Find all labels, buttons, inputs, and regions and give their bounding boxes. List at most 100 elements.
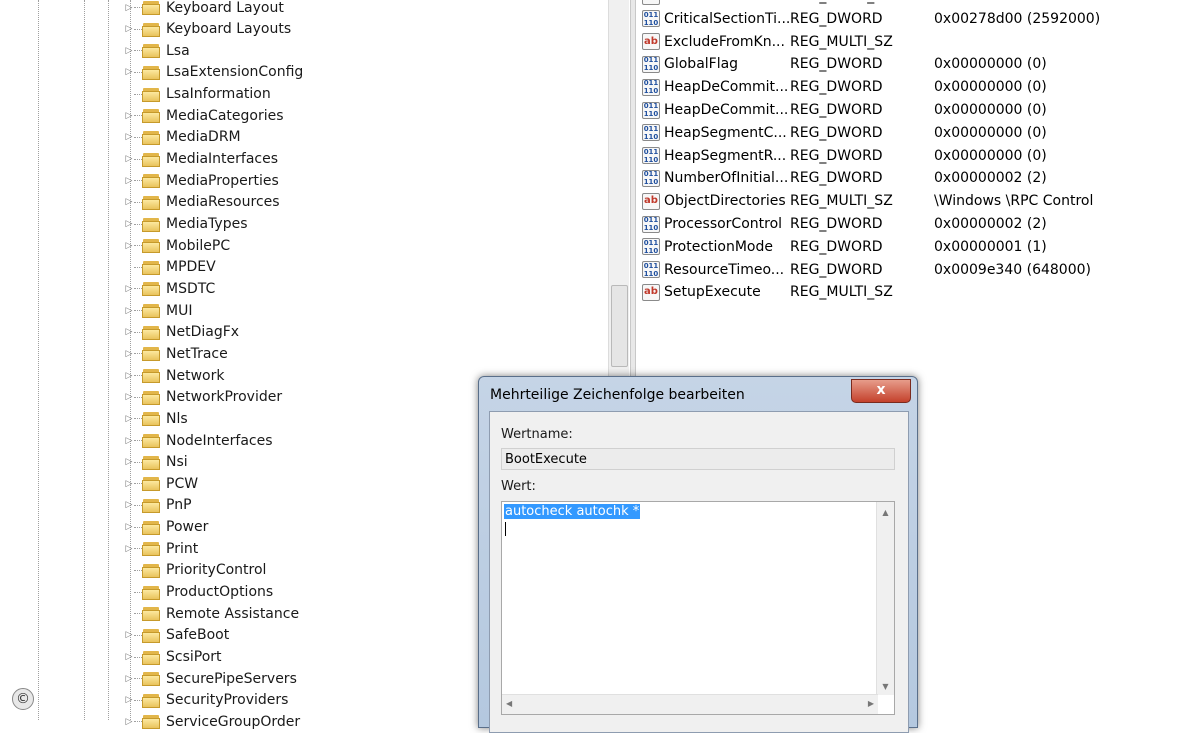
tree-item[interactable]: ▷LsaInformation: [120, 84, 271, 105]
tree-connector: [134, 288, 142, 290]
tree-item[interactable]: ▷ MediaCategories: [120, 105, 284, 126]
scroll-right-icon[interactable]: ▶: [868, 699, 874, 708]
tree-scrollbar-thumb[interactable]: [611, 285, 628, 367]
tree-connector: [134, 418, 142, 420]
tree-item[interactable]: ▷ Network: [120, 365, 225, 386]
value-name: NumberOfInitial...: [664, 170, 789, 187]
tree-item[interactable]: ▷ProductOptions: [120, 582, 273, 603]
tree-connector: [134, 158, 142, 160]
tree-item-label: MSDTC: [166, 280, 216, 297]
tree-item[interactable]: ▷ Keyboard Layouts: [120, 19, 292, 40]
folder-icon: [142, 693, 160, 708]
scroll-left-icon[interactable]: ◀: [506, 699, 512, 708]
value-row[interactable]: 011 110 ProcessorControl REG_DWORD 0x0000000…: [642, 213, 1047, 235]
value-row[interactable]: ab SetupExecute REG_MULTI_SZ: [642, 281, 934, 303]
value-name: ExcludeFromKn...: [664, 33, 785, 50]
tree-item-label: MediaInterfaces: [166, 151, 279, 168]
tree-item-label: SecurityProviders: [166, 692, 289, 709]
folder-icon: [142, 368, 160, 384]
tree-item[interactable]: ▷ Lsa: [120, 40, 190, 61]
value-data: 0x00000002 (2): [934, 216, 1047, 232]
text-caret: [505, 522, 506, 536]
tree-item[interactable]: ▷ ScsiPort: [120, 647, 222, 668]
tree-item[interactable]: ▷ MobilePC: [120, 235, 231, 256]
folder-icon: [142, 433, 160, 448]
tree-item[interactable]: ▷ PCW: [120, 473, 199, 494]
tree-item-label: LsaInformation: [166, 86, 271, 103]
tree-item[interactable]: ▷ MUI: [120, 300, 193, 321]
tree-item[interactable]: ▷Remote Assistance: [120, 603, 299, 624]
tree-connector: [134, 7, 142, 8]
value-data: 0x00000000 (0): [934, 102, 1047, 118]
tree-item-label: MediaCategories: [166, 107, 284, 124]
close-button[interactable]: x: [851, 379, 911, 403]
tree-item[interactable]: ▷ NodeInterfaces: [120, 430, 273, 451]
value-row[interactable]: 011 110 ProtectionMode REG_DWORD 0x00000001 …: [642, 236, 1047, 258]
value-name: HeapSegmentC...: [664, 124, 787, 141]
tree-connector: [134, 136, 142, 138]
tree-item[interactable]: ▷ SecurityProviders: [120, 690, 289, 711]
tree-item[interactable]: ▷ ServiceGroupOrder: [120, 711, 301, 732]
selected-value-text[interactable]: autocheck autochk *: [504, 504, 641, 519]
value-name: ObjectDirectories: [664, 193, 786, 210]
tree-connector: [134, 526, 142, 528]
dialog-title: Mehrteilige Zeichenfolge bearbeiten: [490, 387, 745, 403]
tree-item[interactable]: ▷ MSDTC: [120, 278, 216, 299]
folder-icon: [142, 585, 160, 600]
value-row[interactable]: 011 110 NumberOfInitial... REG_DWORD 0x00000…: [642, 167, 1047, 189]
tree-item[interactable]: ▷ NetTrace: [120, 343, 228, 364]
binary-value-icon: 011 110: [642, 261, 660, 279]
value-row[interactable]: 011 110 GlobalFlag REG_DWORD 0x00000000 (0): [642, 53, 1047, 75]
value-row[interactable]: 011 110 CriticalSectionTi... REG_DWORD 0x002…: [642, 8, 1100, 30]
value-row[interactable]: 011 110 HeapSegmentR... REG_DWORD 0x00000000…: [642, 145, 1047, 167]
tree-item[interactable]: ▷ MediaTypes: [120, 214, 248, 235]
string-value-icon: ab: [642, 0, 660, 5]
textarea-horizontal-scrollbar[interactable]: ◀ ▶: [502, 694, 878, 714]
tree-item[interactable]: ▷ Nsi: [120, 452, 188, 473]
tree-item[interactable]: ▷ Nls: [120, 408, 188, 429]
value-name-field: BootExecute: [501, 448, 895, 470]
tree-item-label: ServiceGroupOrder: [166, 713, 301, 730]
value-data: 0x00000000 (0): [934, 124, 1047, 141]
tree-item[interactable]: ▷ LsaExtensionConfig: [120, 62, 304, 83]
scroll-up-icon[interactable]: ▲: [877, 508, 894, 517]
tree-item[interactable]: ▷PriorityControl: [120, 560, 266, 581]
folder-icon: [142, 325, 160, 340]
value-data-textarea[interactable]: autocheck autochk * ▲ ▼ ◀ ▶: [501, 501, 895, 715]
tree-connector: [134, 569, 142, 571]
tree-item[interactable]: ▷ Print: [120, 538, 199, 559]
tree-item-label: NetworkProvider: [166, 389, 283, 406]
value-row[interactable]: 011 110 HeapDeCommit... REG_DWORD 0x00000000…: [642, 76, 1047, 98]
tree-item[interactable]: ▷ MediaProperties: [120, 170, 279, 191]
tree-item[interactable]: ▷MPDEV: [120, 257, 216, 278]
folder-icon: [142, 65, 160, 80]
tree-item[interactable]: ▷ NetworkProvider: [120, 387, 283, 408]
tree-connector: [134, 331, 142, 333]
value-data-label: Wert:: [501, 479, 536, 494]
value-row[interactable]: 011 110 HeapSegmentC... REG_DWORD 0x00000000…: [642, 122, 1047, 144]
value-row[interactable]: ab ObjectDirectories REG_MULTI_SZ \Windows …: [642, 190, 1093, 212]
textarea-vertical-scrollbar[interactable]: ▲ ▼: [876, 502, 894, 695]
value-row[interactable]: 011 110 ResourceTimeo... REG_DWORD 0x0009e34…: [642, 259, 1091, 281]
value-row[interactable]: 011 110 HeapDeCommit... REG_DWORD 0x00000000…: [642, 99, 1047, 121]
folder-icon: [142, 22, 160, 37]
tree-item-label: NetTrace: [166, 345, 228, 362]
tree-item[interactable]: ▷ SecurePipeServers: [120, 668, 297, 689]
folder-icon: [142, 390, 160, 405]
tree-item[interactable]: ▷ Keyboard Layout: [120, 0, 284, 18]
tree-item[interactable]: ▷ MediaResources: [120, 192, 280, 213]
tree-item[interactable]: ▷ PnP: [120, 495, 192, 516]
scroll-down-icon[interactable]: ▼: [877, 682, 894, 691]
folder-icon: [142, 346, 160, 362]
tree-item[interactable]: ▷ MediaDRM: [120, 127, 241, 148]
tree-item[interactable]: ▷ Power: [120, 517, 209, 538]
tree-item[interactable]: ▷ MediaInterfaces: [120, 149, 279, 170]
tree-item[interactable]: ▷ SafeBoot: [120, 625, 230, 646]
value-row[interactable]: ab ExcludeFromKn... REG_MULTI_SZ: [642, 31, 934, 53]
value-type: REG_MULTI_SZ: [790, 0, 934, 4]
value-row[interactable]: ab BootExecuteREG_MULTI_SZautocheck autoc…: [642, 0, 1079, 7]
value-name: ProcessorControl: [664, 216, 783, 232]
string-value-icon: ab: [642, 192, 660, 210]
tree-item[interactable]: ▷ NetDiagFx: [120, 322, 240, 343]
binary-value-icon: 011 110: [642, 55, 660, 73]
